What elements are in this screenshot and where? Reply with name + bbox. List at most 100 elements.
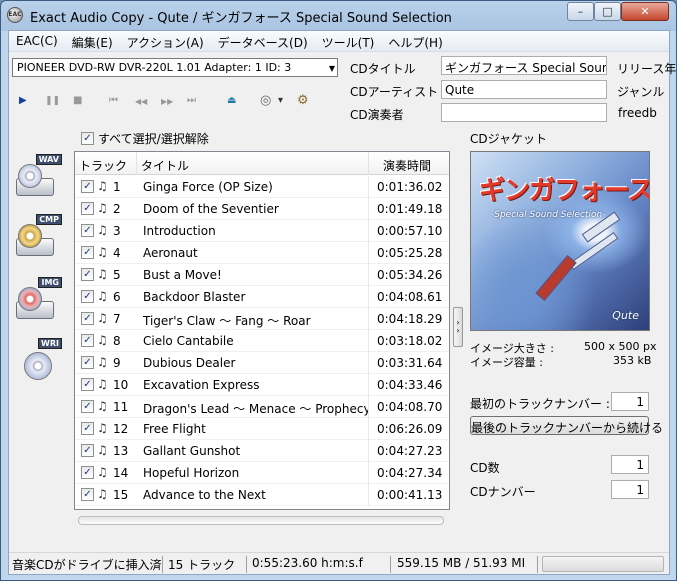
eject-icon[interactable]: ⏏: [227, 95, 236, 106]
table-row[interactable]: ✓ ♫ 13 Gallant Gunshot 0:04:27.23: [75, 440, 449, 462]
track-duration: 0:00:57.10: [377, 224, 443, 238]
track-checkbox[interactable]: ✓: [81, 400, 94, 413]
track-checkbox[interactable]: ✓: [81, 378, 94, 391]
cd-icon[interactable]: ◎: [260, 93, 271, 108]
track-checkbox[interactable]: ✓: [81, 312, 94, 325]
pause-icon[interactable]: ❚❚: [45, 96, 60, 106]
track-title[interactable]: Tiger's Claw 〜 Fang 〜 Roar: [143, 312, 368, 329]
menu-help[interactable]: ヘルプ(H): [381, 31, 449, 51]
menu-edit[interactable]: 編集(E): [65, 31, 120, 51]
track-title[interactable]: Introduction: [143, 224, 368, 238]
table-row[interactable]: ✓ ♫ 5 Bust a Move! 0:05:34.26: [75, 264, 449, 286]
track-number: 14: [113, 466, 129, 480]
track-checkbox[interactable]: ✓: [81, 356, 94, 369]
table-row[interactable]: ✓ ♫ 9 Dubious Dealer 0:03:31.64: [75, 352, 449, 374]
track-title[interactable]: Ginga Force (OP Size): [143, 180, 368, 194]
table-row[interactable]: ✓ ♫ 15 Advance to the Next 0:00:41.13: [75, 484, 449, 506]
column-track[interactable]: トラック: [75, 152, 137, 175]
cd-count-field[interactable]: 1: [611, 455, 649, 474]
compress-icon: [18, 224, 42, 248]
track-checkbox[interactable]: ✓: [81, 180, 94, 193]
music-note-icon: ♫: [97, 355, 108, 369]
table-row[interactable]: ✓ ♫ 4 Aeronaut 0:05:25.28: [75, 242, 449, 264]
table-row[interactable]: ✓ ♫ 11 Dragon's Lead 〜 Menace 〜 Prophecy 0:0…: [75, 396, 449, 418]
table-row[interactable]: ✓ ♫ 12 Free Flight 0:06:26.09: [75, 418, 449, 440]
copy-compressed-button[interactable]: CMP: [14, 214, 62, 260]
track-title[interactable]: Gallant Gunshot: [143, 444, 368, 458]
maximize-button[interactable]: □: [594, 2, 621, 21]
track-title[interactable]: Dubious Dealer: [143, 356, 368, 370]
next-track-icon[interactable]: ⏭: [187, 95, 196, 106]
track-title[interactable]: Backdoor Blaster: [143, 290, 368, 304]
table-row[interactable]: ✓ ♫ 1 Ginga Force (OP Size) 0:01:36.02: [75, 176, 449, 198]
select-all-checkbox[interactable]: ✓: [81, 132, 94, 145]
stop-icon[interactable]: ■: [73, 95, 82, 106]
copy-wav-button[interactable]: WAV: [14, 154, 62, 200]
scrollbar-track[interactable]: [78, 516, 444, 525]
maximize-icon: □: [602, 5, 613, 18]
cd-performer-field[interactable]: [441, 103, 607, 122]
track-checkbox[interactable]: ✓: [81, 444, 94, 457]
drive-select[interactable]: PIONEER DVD-RW DVR-220L 1.01 Adapter: 1 …: [12, 58, 338, 77]
table-row[interactable]: ✓ ♫ 3 Introduction 0:00:57.10: [75, 220, 449, 242]
track-title[interactable]: Excavation Express: [143, 378, 368, 392]
copy-image-button[interactable]: IMG: [14, 277, 62, 323]
play-icon[interactable]: ▶: [19, 95, 27, 106]
menu-action[interactable]: アクション(A): [120, 31, 211, 51]
menu-tools[interactable]: ツール(T): [315, 31, 382, 51]
menu-eac[interactable]: EAC(C): [9, 31, 65, 51]
track-number: 9: [113, 356, 121, 370]
track-title[interactable]: Doom of the Seventier: [143, 202, 368, 216]
image-size-value: 500 x 500 px: [584, 340, 657, 353]
table-row[interactable]: ✓ ♫ 7 Tiger's Claw 〜 Fang 〜 Roar 0:04:18.29: [75, 308, 449, 330]
table-row[interactable]: ✓ ♫ 8 Cielo Cantabile 0:03:18.02: [75, 330, 449, 352]
previous-track-icon[interactable]: ⏮: [109, 95, 118, 106]
track-checkbox[interactable]: ✓: [81, 466, 94, 479]
track-title[interactable]: Aeronaut: [143, 246, 368, 260]
cd-number-field[interactable]: 1: [611, 480, 649, 499]
jacket-label: CDジャケット: [470, 132, 548, 146]
table-row[interactable]: ✓ ♫ 2 Doom of the Seventier 0:01:49.18: [75, 198, 449, 220]
track-title[interactable]: Advance to the Next: [143, 488, 368, 502]
column-duration[interactable]: 演奏時間: [369, 152, 449, 175]
music-note-icon: ♫: [97, 311, 108, 325]
track-checkbox[interactable]: ✓: [81, 224, 94, 237]
table-row[interactable]: ✓ ♫ 6 Backdoor Blaster 0:04:08.61: [75, 286, 449, 308]
first-track-field[interactable]: 1: [611, 392, 649, 411]
column-title[interactable]: タイトル: [137, 152, 369, 175]
track-number: 10: [113, 378, 129, 392]
track-number: 13: [113, 444, 129, 458]
app-window: EAC Exact Audio Copy - Qute / ギンガフォース Sp…: [0, 0, 677, 581]
table-row[interactable]: ✓ ♫ 10 Excavation Express 0:04:33.46: [75, 374, 449, 396]
horizontal-scrollbar[interactable]: [74, 512, 450, 529]
track-checkbox[interactable]: ✓: [81, 246, 94, 259]
table-row[interactable]: ✓ ♫ 14 Hopeful Horizon 0:04:27.34: [75, 462, 449, 484]
menu-database[interactable]: データベース(D): [211, 31, 315, 51]
track-title[interactable]: Cielo Cantabile: [143, 334, 368, 348]
close-button[interactable]: ✕: [621, 2, 669, 21]
expand-panel-button[interactable]: › ›: [453, 307, 463, 347]
track-title[interactable]: Hopeful Horizon: [143, 466, 368, 480]
select-all-toggle[interactable]: ✓ すべて選択/選択解除: [81, 130, 209, 147]
tool-icon[interactable]: ⚙: [297, 93, 309, 108]
track-checkbox[interactable]: ✓: [81, 488, 94, 501]
fast-forward-icon[interactable]: ▶▶: [161, 97, 173, 106]
track-checkbox[interactable]: ✓: [81, 334, 94, 347]
track-checkbox[interactable]: ✓: [81, 268, 94, 281]
track-checkbox[interactable]: ✓: [81, 290, 94, 303]
cd-artist-field[interactable]: Qute: [441, 80, 607, 99]
write-cd-button[interactable]: WRI: [14, 338, 62, 384]
continue-numbering-button[interactable]: 最後のトラックナンバーから続ける: [470, 416, 663, 435]
track-title[interactable]: Dragon's Lead 〜 Menace 〜 Prophecy: [143, 400, 368, 417]
track-checkbox[interactable]: ✓: [81, 422, 94, 435]
title-bar[interactable]: EAC Exact Audio Copy - Qute / ギンガフォース Sp…: [1, 1, 676, 30]
cd-jacket-image[interactable]: ギンガフォース -Special Sound Selection- Qute: [470, 151, 650, 331]
chevron-down-icon[interactable]: ▾: [278, 95, 283, 106]
track-title[interactable]: Bust a Move!: [143, 268, 368, 282]
cd-title-field[interactable]: ギンガフォース Special Sound Se: [441, 56, 607, 75]
track-title[interactable]: Free Flight: [143, 422, 368, 436]
rewind-icon[interactable]: ◀◀: [135, 97, 147, 106]
minimize-button[interactable]: –: [567, 2, 594, 21]
column-separator: [368, 286, 369, 308]
track-checkbox[interactable]: ✓: [81, 202, 94, 215]
